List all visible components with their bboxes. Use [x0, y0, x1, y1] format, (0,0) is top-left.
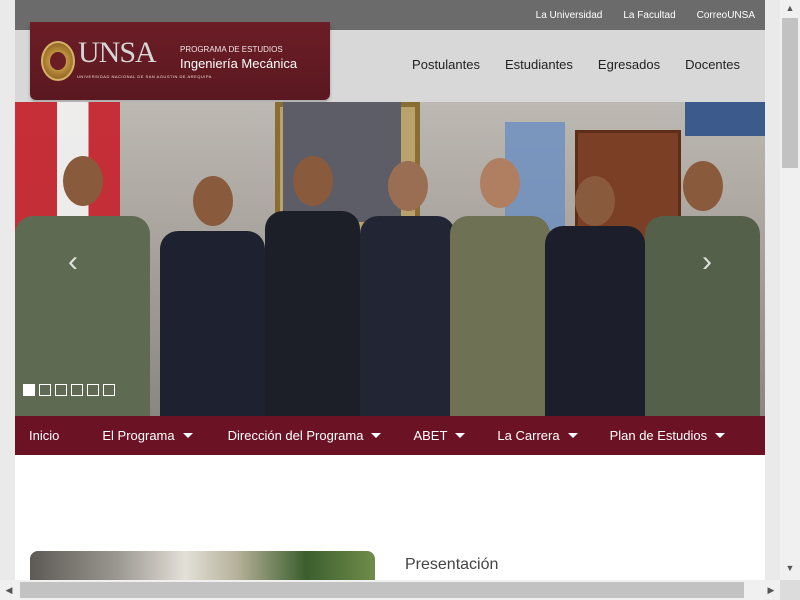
person-5 — [450, 158, 550, 416]
program-name: Ingeniería Mecánica — [180, 56, 298, 71]
chevron-down-icon — [371, 433, 382, 438]
scroll-left-icon[interactable]: ◀ — [0, 580, 18, 600]
slider-dot-5[interactable] — [87, 384, 99, 396]
slider-prev-arrow-icon[interactable]: ‹ — [63, 247, 83, 277]
slider-dot-2[interactable] — [39, 384, 51, 396]
header: UNSA UNIVERSIDAD NACIONAL DE SAN AGUSTIN… — [15, 22, 765, 102]
section-title: Presentación — [405, 556, 499, 573]
slider-pagination — [23, 384, 115, 396]
university-seal-icon — [41, 41, 75, 81]
main-nav: Postulantes Estudiantes Egresados Docent… — [412, 57, 740, 72]
top-links: La Universidad La Facultad CorreoUNSA — [536, 0, 755, 30]
hero-slider[interactable]: ‹ › — [15, 102, 765, 416]
logo-text: UNSA — [78, 36, 157, 69]
subnav-el-programa[interactable]: El Programa — [102, 428, 193, 443]
program-label: PROGRAMA DE ESTUDIOS — [180, 45, 283, 54]
subnav-label: ABET — [413, 428, 448, 443]
subnav-la-carrera[interactable]: La Carrera — [497, 428, 578, 443]
logo-tagline: UNIVERSIDAD NACIONAL DE SAN AGUSTIN DE A… — [77, 74, 212, 79]
scroll-up-icon[interactable]: ▲ — [780, 0, 800, 16]
chevron-down-icon — [182, 433, 193, 438]
person-1 — [15, 156, 150, 416]
nav-egresados[interactable]: Egresados — [598, 57, 660, 72]
slider-dot-4[interactable] — [71, 384, 83, 396]
subnav-plan-de-estudios[interactable]: Plan de Estudios — [610, 428, 726, 443]
chevron-down-icon — [455, 433, 466, 438]
chevron-down-icon — [715, 433, 726, 438]
chevron-down-icon — [567, 433, 578, 438]
program-nav: Inicio El Programa Dirección del Programa A… — [15, 416, 765, 455]
person-2 — [160, 176, 265, 416]
subnav-label: Dirección del Programa — [227, 428, 364, 443]
slider-dot-1[interactable] — [23, 384, 35, 396]
person-7 — [645, 161, 760, 416]
person-4 — [360, 161, 455, 416]
person-6 — [545, 176, 645, 416]
nav-postulantes[interactable]: Postulantes — [412, 57, 480, 72]
subnav-abet[interactable]: ABET — [413, 428, 466, 443]
wall-sign — [685, 102, 765, 136]
slider-dot-6[interactable] — [103, 384, 115, 396]
nav-docentes[interactable]: Docentes — [685, 57, 740, 72]
slider-next-arrow-icon[interactable]: › — [697, 247, 717, 277]
nav-estudiantes[interactable]: Estudiantes — [505, 57, 573, 72]
subnav-direccion-del-programa[interactable]: Dirección del Programa — [228, 428, 382, 443]
subnav-inicio[interactable]: Inicio — [29, 428, 59, 443]
scroll-down-icon[interactable]: ▼ — [780, 560, 800, 576]
scrollbar-corner — [780, 580, 800, 600]
top-link-universidad[interactable]: La Universidad — [536, 10, 603, 21]
logo[interactable]: UNSA UNIVERSIDAD NACIONAL DE SAN AGUSTIN… — [30, 22, 330, 100]
subnav-label: La Carrera — [497, 428, 560, 443]
subnav-label: Inicio — [29, 428, 60, 443]
subnav-label: El Programa — [102, 428, 175, 443]
slider-dot-3[interactable] — [55, 384, 67, 396]
person-3 — [265, 156, 360, 416]
top-link-correo[interactable]: CorreoUNSA — [697, 10, 755, 21]
top-link-facultad[interactable]: La Facultad — [623, 10, 675, 21]
subnav-label: Plan de Estudios — [609, 428, 708, 443]
vertical-scroll-thumb[interactable] — [782, 18, 798, 168]
page: La Universidad La Facultad CorreoUNSA UN… — [15, 0, 765, 600]
horizontal-scroll-thumb[interactable] — [20, 582, 744, 598]
scroll-right-icon[interactable]: ▶ — [762, 580, 780, 600]
